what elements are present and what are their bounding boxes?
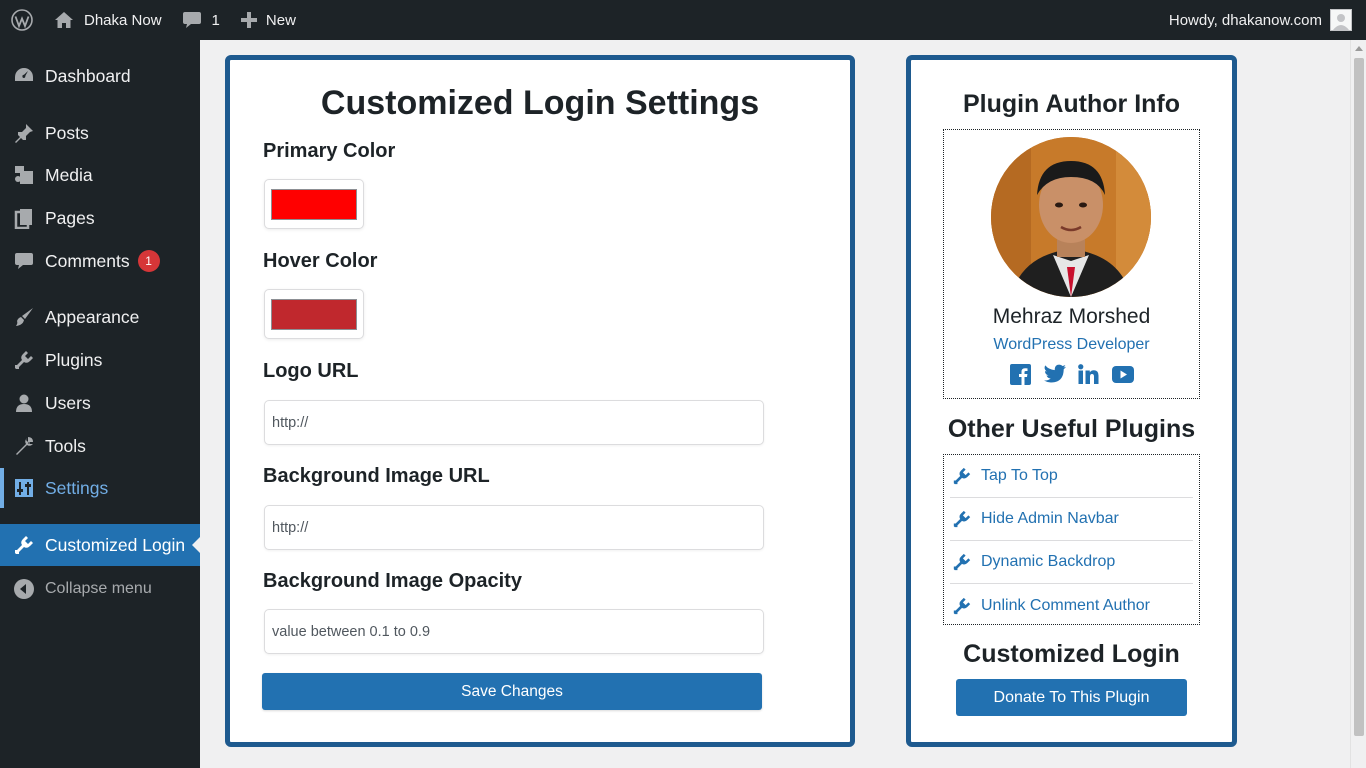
sidebar-item-settings[interactable]: Settings (0, 468, 200, 508)
plugin-link-hide-admin-navbar[interactable]: Hide Admin Navbar (950, 498, 1193, 541)
plugin-icon (953, 467, 971, 485)
background-image-url-label: Background Image URL (263, 465, 490, 487)
sidebar-item-users[interactable]: Users (0, 383, 200, 423)
pages-icon (0, 207, 45, 229)
site-name-link[interactable]: Dhaka Now (44, 0, 172, 40)
user-icon (0, 392, 45, 414)
sidebar-item-label: Customized Login (45, 534, 186, 555)
sidebar-item-label: Settings (45, 477, 109, 498)
primary-color-swatch (271, 188, 357, 220)
settings-icon (0, 477, 45, 499)
page-scrollbar[interactable] (1350, 40, 1366, 768)
sidebar-item-label: Pages (45, 207, 95, 228)
plugin-link-dynamic-backdrop[interactable]: Dynamic Backdrop (950, 541, 1193, 584)
collapse-icon (0, 578, 45, 600)
comments-count: 1 (211, 11, 220, 29)
sidebar-item-label: Collapse menu (45, 580, 152, 597)
sidebar-item-tools[interactable]: Tools (0, 426, 200, 466)
media-icon (0, 164, 45, 186)
author-name: Mehraz Morshed (992, 305, 1151, 328)
comment-icon (0, 250, 45, 272)
wordpress-logo-icon[interactable] (0, 0, 44, 40)
page-title: Customized Login Settings (320, 84, 760, 122)
scrollbar-thumb[interactable] (1354, 58, 1364, 736)
background-opacity-label: Background Image Opacity (263, 570, 522, 592)
my-account[interactable]: Howdy, dhakanow.com (1169, 0, 1352, 40)
list-item: Unlink Comment Author (981, 596, 1150, 614)
sidebar-item-label: Media (45, 164, 93, 185)
facebook-icon[interactable] (1010, 363, 1032, 385)
sidebar-item-media[interactable]: Media (0, 155, 200, 195)
sidebar-item-label: Posts (45, 122, 89, 143)
sidebar-item-label: Users (45, 392, 91, 413)
background-image-url-input[interactable] (264, 505, 764, 550)
plugin-link-tap-to-top[interactable]: Tap To Top (950, 455, 1193, 498)
settings-card: Customized Login Settings Primary Color … (225, 55, 855, 747)
admin-sidebar: Dashboard Posts Media Pages Comments 1 A… (0, 40, 200, 768)
twitter-icon[interactable] (1043, 363, 1066, 385)
other-plugins-list: Tap To Top Hide Admin Navbar Dynamic Bac… (943, 454, 1200, 625)
dashboard-icon (0, 65, 45, 87)
donate-heading: Customized Login (963, 640, 1180, 668)
logo-url-input[interactable] (264, 400, 764, 445)
list-item: Dynamic Backdrop (981, 553, 1116, 570)
hover-color-swatch (271, 298, 357, 330)
background-opacity-input[interactable] (264, 609, 764, 654)
plugin-icon (953, 510, 971, 528)
wrench-icon (0, 435, 45, 457)
author-info-card: Plugin Author Info Mehraz Morshed WordPr… (906, 55, 1237, 747)
linkedin-icon[interactable] (1078, 363, 1100, 385)
new-content-link[interactable]: New (230, 0, 306, 40)
sidebar-item-posts[interactable]: Posts (0, 113, 200, 153)
primary-color-picker[interactable] (264, 179, 364, 229)
pin-icon (0, 122, 45, 144)
author-avatar (991, 137, 1151, 297)
home-icon (55, 12, 73, 28)
plugin-icon (953, 553, 971, 571)
list-item: Hide Admin Navbar (981, 510, 1119, 527)
donate-button[interactable]: Donate To This Plugin (956, 679, 1187, 716)
other-plugins-heading: Other Useful Plugins (947, 415, 1196, 443)
plugin-icon (0, 534, 45, 556)
sidebar-item-plugins[interactable]: Plugins (0, 340, 200, 380)
youtube-icon[interactable] (1111, 363, 1134, 385)
comment-icon (182, 12, 201, 28)
admin-bar: Dhaka Now 1 New Howdy, dhakanow.com (0, 0, 1366, 40)
user-avatar-icon (1330, 9, 1352, 31)
greeting: Howdy, dhakanow.com (1168, 11, 1322, 29)
sidebar-item-appearance[interactable]: Appearance (0, 297, 200, 337)
author-role: WordPress Developer (993, 336, 1150, 353)
scroll-up-arrow-icon[interactable] (1355, 46, 1363, 51)
primary-color-label: Primary Color (263, 140, 396, 162)
sidebar-item-label: Appearance (45, 306, 140, 327)
save-changes-button[interactable]: Save Changes (262, 673, 762, 710)
comments-badge: 1 (137, 250, 160, 272)
plugin-icon (953, 597, 971, 614)
author-box: Mehraz Morshed WordPress Developer (943, 129, 1200, 399)
comments-link[interactable]: 1 (172, 0, 230, 40)
social-links (944, 363, 1199, 385)
collapse-menu-button[interactable]: Collapse menu (0, 569, 200, 609)
sidebar-item-dashboard[interactable]: Dashboard (0, 56, 200, 96)
plus-icon (240, 12, 257, 28)
sidebar-item-comments[interactable]: Comments 1 (0, 241, 200, 281)
brush-icon (0, 306, 45, 328)
site-name: Dhaka Now (84, 11, 162, 29)
list-item: Tap To Top (981, 467, 1058, 484)
sidebar-item-label: Comments (45, 250, 130, 271)
sidebar-item-label: Dashboard (45, 65, 131, 86)
sidebar-item-customized-login[interactable]: Customized Login (0, 524, 200, 566)
new-label: New (265, 11, 296, 29)
hover-color-label: Hover Color (263, 250, 378, 272)
logo-url-label: Logo URL (263, 360, 359, 382)
sidebar-item-pages[interactable]: Pages (0, 198, 200, 238)
plugin-icon (0, 349, 45, 371)
author-heading: Plugin Author Info (962, 90, 1181, 118)
sidebar-item-label: Tools (45, 435, 86, 456)
sidebar-item-label: Plugins (45, 349, 103, 370)
plugin-link-unlink-comment-author[interactable]: Unlink Comment Author (950, 584, 1193, 627)
hover-color-picker[interactable] (264, 289, 364, 339)
